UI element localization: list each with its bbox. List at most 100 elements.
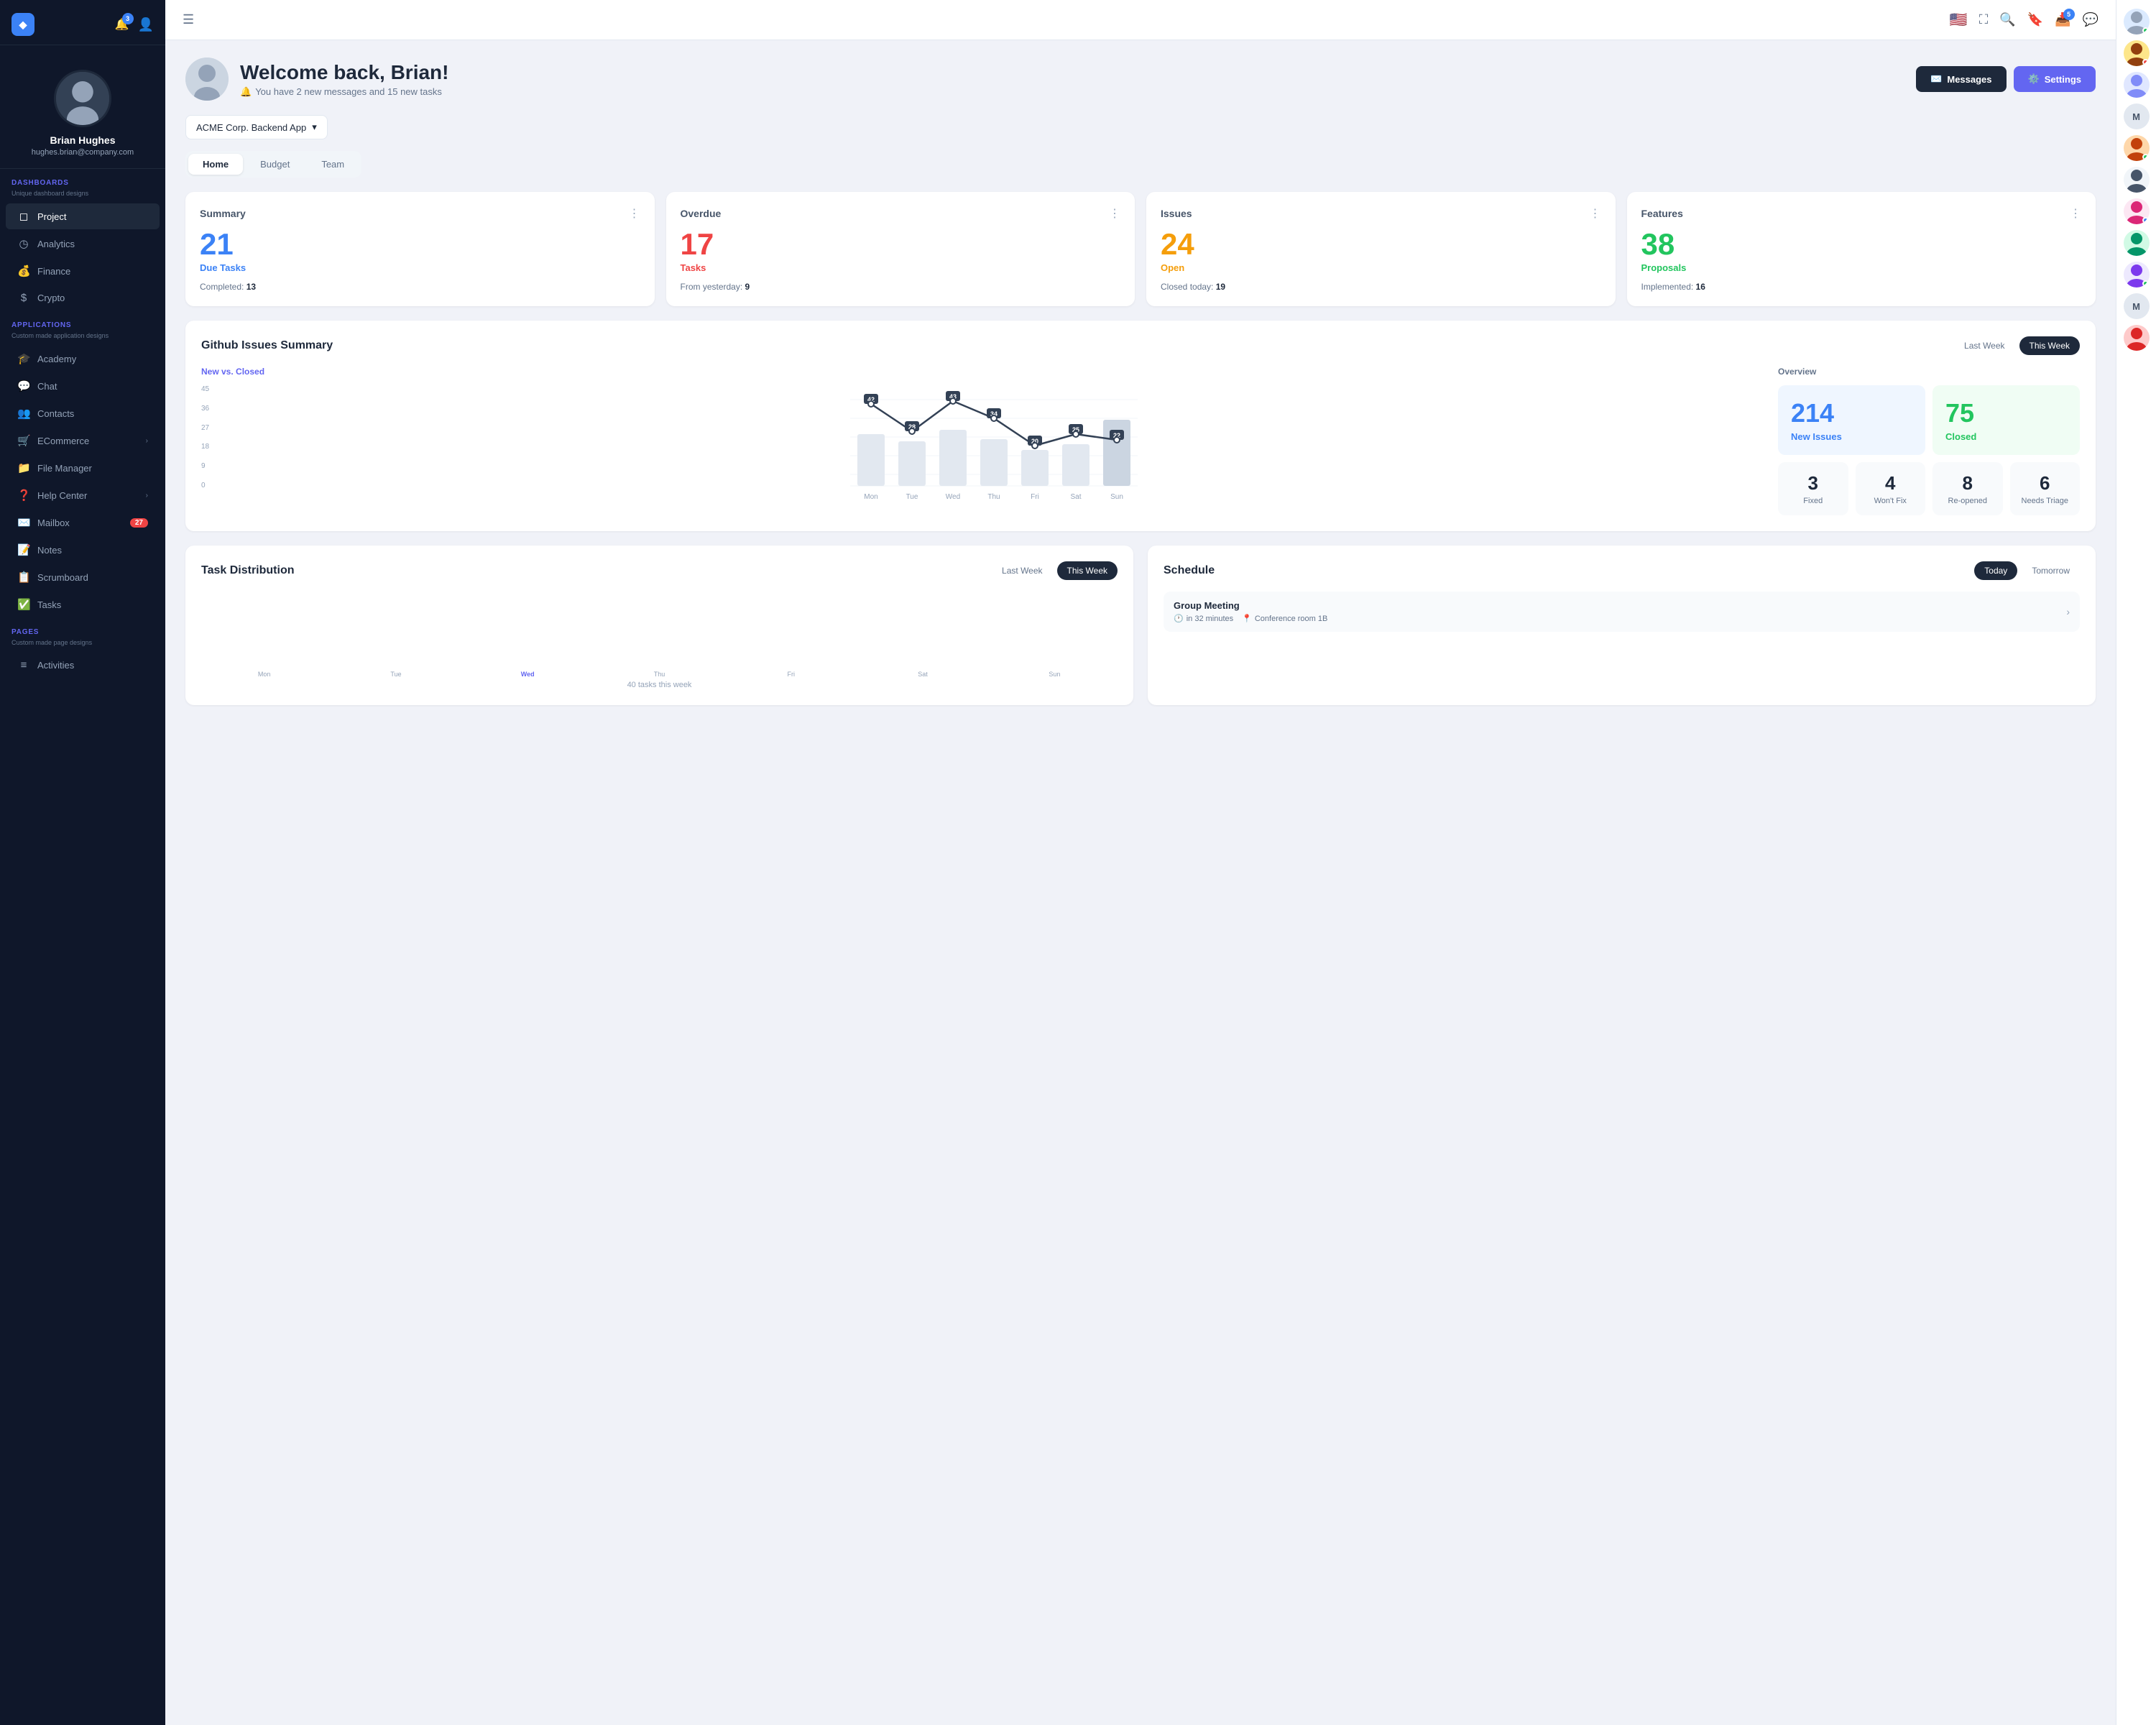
schedule-toggle: Today Tomorrow bbox=[1974, 561, 2080, 580]
notifications-bell[interactable]: 🔔 3 bbox=[115, 17, 129, 32]
today-button[interactable]: Today bbox=[1974, 561, 2017, 580]
contacts-icon: 👥 bbox=[17, 407, 30, 420]
right-avatar-10[interactable]: M bbox=[2124, 293, 2150, 319]
card-menu-icon[interactable]: ⋮ bbox=[1109, 206, 1120, 221]
sidebar-item-label: File Manager bbox=[37, 463, 92, 474]
right-avatar-3[interactable] bbox=[2124, 72, 2150, 98]
svg-text:Fri: Fri bbox=[1031, 493, 1039, 501]
analytics-icon: ◷ bbox=[17, 237, 30, 250]
task-dist-toggle: Last Week This Week bbox=[992, 561, 1118, 580]
right-avatar-2[interactable] bbox=[2124, 40, 2150, 66]
sidebar-item-activities[interactable]: ≡ Activities bbox=[6, 653, 160, 678]
right-avatar-1[interactable] bbox=[2124, 9, 2150, 34]
tab-home[interactable]: Home bbox=[188, 154, 243, 175]
main-content: ☰ 🇺🇸 ⛶ 🔍 🔖 📥 5 💬 bbox=[165, 0, 2116, 1725]
bookmark-icon[interactable]: 🔖 bbox=[2027, 12, 2043, 27]
crypto-icon: $ bbox=[17, 292, 30, 304]
sidebar-item-notes[interactable]: 📝 Notes bbox=[6, 537, 160, 563]
task-bar-chart: Mon Tue Wed Thu bbox=[201, 592, 1118, 678]
inbox-icon-wrap[interactable]: 📥 5 bbox=[2055, 12, 2070, 27]
card-summary: Summary ⋮ 21 Due Tasks Completed: 13 bbox=[185, 192, 655, 306]
chat-bubble-icon[interactable]: 💬 bbox=[2083, 12, 2099, 27]
triage-number: 6 bbox=[2020, 472, 2070, 494]
right-avatar-5[interactable] bbox=[2124, 135, 2150, 161]
svg-text:Mon: Mon bbox=[864, 493, 877, 501]
sidebar-item-chat[interactable]: 💬 Chat bbox=[6, 373, 160, 399]
messages-button[interactable]: ✉️ Messages bbox=[1916, 66, 2006, 92]
sidebar-item-finance[interactable]: 💰 Finance bbox=[6, 258, 160, 284]
sidebar-item-analytics[interactable]: ◷ Analytics bbox=[6, 231, 160, 257]
github-title: Github Issues Summary bbox=[201, 339, 333, 352]
sidebar-item-scrumboard[interactable]: 📋 Scrumboard bbox=[6, 564, 160, 590]
card-header: Issues ⋮ bbox=[1161, 206, 1601, 221]
sidebar-item-helpcenter[interactable]: ❓ Help Center › bbox=[6, 482, 160, 508]
sidebar-item-label: Scrumboard bbox=[37, 572, 88, 583]
task-this-week-btn[interactable]: This Week bbox=[1057, 561, 1118, 580]
task-bar-wed: Wed bbox=[465, 668, 591, 678]
closed-card: 75 Closed bbox=[1932, 385, 2080, 455]
triage-label: Needs Triage bbox=[2020, 497, 2070, 505]
tab-team[interactable]: Team bbox=[307, 154, 359, 175]
right-avatar-9[interactable] bbox=[2124, 262, 2150, 288]
settings-button[interactable]: ⚙️ Settings bbox=[2014, 66, 2096, 92]
chat-icon: 💬 bbox=[17, 380, 30, 392]
sidebar-item-contacts[interactable]: 👥 Contacts bbox=[6, 400, 160, 426]
this-week-button[interactable]: This Week bbox=[2019, 336, 2080, 355]
overview-bottom: 3 Fixed 4 Won't Fix 8 Re-opened 6 bbox=[1778, 462, 2080, 515]
card-menu-icon[interactable]: ⋮ bbox=[2070, 206, 2081, 221]
schedule-header: Schedule Today Tomorrow bbox=[1164, 561, 2080, 580]
sidebar-item-academy[interactable]: 🎓 Academy bbox=[6, 346, 160, 372]
right-avatar-6[interactable] bbox=[2124, 167, 2150, 193]
filemanager-icon: 📁 bbox=[17, 461, 30, 474]
task-bar-tue: Tue bbox=[333, 668, 459, 678]
menu-icon[interactable]: ☰ bbox=[183, 12, 194, 27]
tab-budget[interactable]: Budget bbox=[246, 154, 304, 175]
sidebar-item-crypto[interactable]: $ Crypto bbox=[6, 285, 160, 310]
tomorrow-button[interactable]: Tomorrow bbox=[2022, 561, 2080, 580]
sidebar-item-filemanager[interactable]: 📁 File Manager bbox=[6, 455, 160, 481]
pages-label: PAGES bbox=[0, 618, 165, 639]
inbox-badge: 5 bbox=[2063, 9, 2075, 20]
card-title: Features bbox=[1641, 208, 1683, 219]
reopened-label: Re-opened bbox=[1943, 497, 1993, 505]
task-chart-note: 40 tasks this week bbox=[201, 681, 1118, 689]
search-icon[interactable]: 🔍 bbox=[1999, 12, 2015, 27]
app-logo[interactable]: ◆ bbox=[11, 13, 34, 36]
card-menu-icon[interactable]: ⋮ bbox=[1590, 206, 1601, 221]
right-avatar-8[interactable] bbox=[2124, 230, 2150, 256]
notification-badge: 3 bbox=[122, 13, 134, 24]
reopened-number: 8 bbox=[1943, 472, 1993, 494]
right-avatar-4[interactable]: M bbox=[2124, 104, 2150, 129]
card-overdue: Overdue ⋮ 17 Tasks From yesterday: 9 bbox=[666, 192, 1135, 306]
bell-small-icon: 🔔 bbox=[240, 86, 252, 98]
sidebar-item-label: Academy bbox=[37, 354, 76, 364]
sidebar-item-ecommerce[interactable]: 🛒 ECommerce › bbox=[6, 428, 160, 454]
schedule-item: Group Meeting 🕐 in 32 minutes 📍 Conferen… bbox=[1164, 592, 2080, 632]
last-week-button[interactable]: Last Week bbox=[1954, 336, 2014, 355]
features-stat: Implemented: 16 bbox=[1641, 282, 2082, 292]
task-dist-header: Task Distribution Last Week This Week bbox=[201, 561, 1118, 580]
line-chart-section: New vs. Closed 0 9 18 27 36 45 bbox=[201, 367, 1764, 515]
task-last-week-btn[interactable]: Last Week bbox=[992, 561, 1052, 580]
issues-number: 24 bbox=[1161, 229, 1601, 259]
sidebar-item-mailbox[interactable]: ✉️ Mailbox 27 bbox=[6, 510, 160, 535]
card-menu-icon[interactable]: ⋮ bbox=[629, 206, 640, 221]
sidebar-item-label: Finance bbox=[37, 266, 70, 277]
summary-cards: Summary ⋮ 21 Due Tasks Completed: 13 Ove… bbox=[185, 192, 2096, 306]
sidebar-item-project[interactable]: ◻ Project bbox=[6, 203, 160, 229]
fixed-number: 3 bbox=[1788, 472, 1838, 494]
right-avatar-7[interactable] bbox=[2124, 198, 2150, 224]
right-avatar-11[interactable] bbox=[2124, 325, 2150, 351]
schedule-location: 📍 Conference room 1B bbox=[1242, 614, 1327, 623]
user-avatar bbox=[54, 70, 111, 127]
applications-sub: Custom made application designs bbox=[0, 332, 165, 345]
chart-area: New vs. Closed 0 9 18 27 36 45 bbox=[201, 367, 2080, 515]
fullscreen-icon[interactable]: ⛶ bbox=[1979, 12, 1989, 27]
schedule-item-title: Group Meeting bbox=[1174, 600, 1327, 611]
summary-stat: Completed: 13 bbox=[200, 282, 640, 292]
sidebar-item-tasks[interactable]: ✅ Tasks bbox=[6, 592, 160, 617]
user-icon[interactable]: 👤 bbox=[138, 17, 154, 32]
flag-icon: 🇺🇸 bbox=[1950, 11, 1968, 29]
chevron-right-icon[interactable]: › bbox=[2066, 606, 2070, 617]
project-selector[interactable]: ACME Corp. Backend App ▾ bbox=[185, 115, 328, 139]
